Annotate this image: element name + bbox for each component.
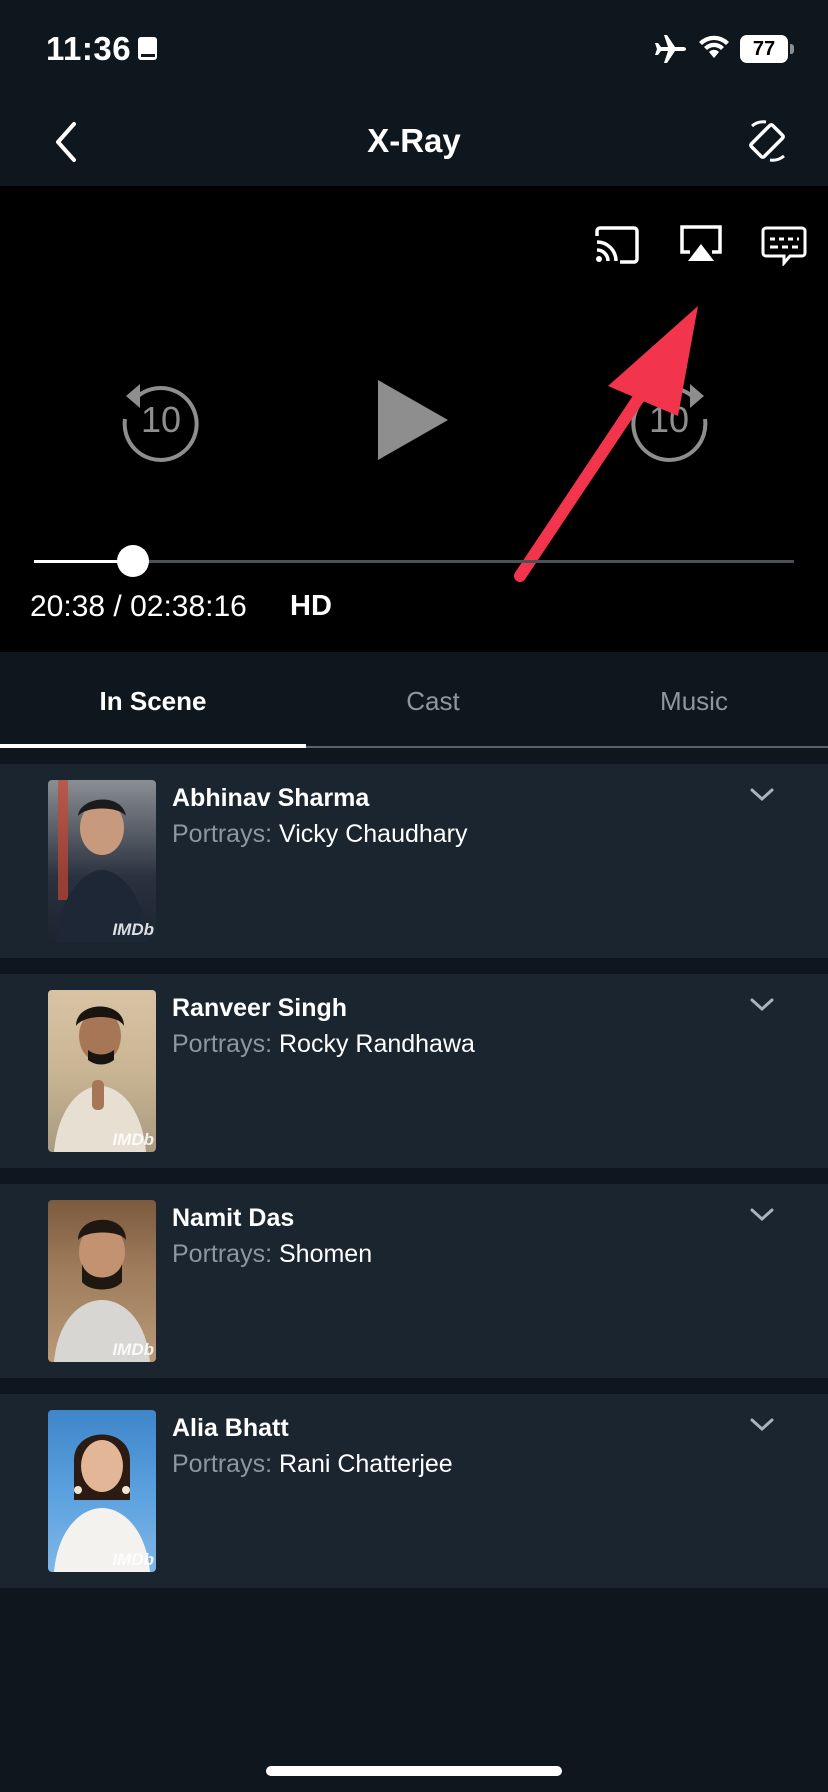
airplay-icon[interactable] xyxy=(678,224,724,266)
video-player[interactable]: 10 10 20:38 / 02:38:16 HD xyxy=(0,186,828,652)
cast-name: Abhinav Sharma xyxy=(172,784,370,812)
battery-icon: 77 xyxy=(740,35,788,63)
role-name: Rocky Randhawa xyxy=(278,1030,475,1058)
time-readout: 20:38 / 02:38:16 xyxy=(30,590,247,623)
imdb-watermark: IMDb xyxy=(112,1550,154,1569)
role-name: Vicky Chaudhary xyxy=(278,820,468,848)
cast-role: Portrays: Rani Chatterjee xyxy=(172,1450,453,1479)
book-icon xyxy=(138,37,157,60)
tab-cast[interactable]: Cast xyxy=(306,686,560,717)
annotation-arrow xyxy=(514,306,698,582)
tab-bar: In Scene Cast Music xyxy=(0,652,828,748)
imdb-watermark: IMDb xyxy=(112,1130,154,1149)
role-name: Shomen xyxy=(278,1240,373,1268)
cast-role: Portrays: Vicky Chaudhary xyxy=(172,820,468,849)
role-name: Rani Chatterjee xyxy=(278,1450,453,1478)
chevron-down-icon[interactable] xyxy=(748,784,776,804)
status-time: 11:36 xyxy=(46,30,132,67)
role-prefix: Portrays: xyxy=(172,820,273,848)
list-item[interactable]: IMDb Namit Das Portrays: Shomen xyxy=(0,1184,828,1378)
quality-badge: HD xyxy=(290,590,332,622)
tab-in-scene[interactable]: In Scene xyxy=(0,686,306,717)
status-bar: 11:36 77 xyxy=(0,0,828,100)
cast-role: Portrays: Rocky Randhawa xyxy=(172,1030,475,1059)
rewind-label: 10 xyxy=(141,399,181,440)
home-indicator[interactable] xyxy=(266,1766,562,1776)
chevron-down-icon[interactable] xyxy=(748,994,776,1014)
progress-bar[interactable] xyxy=(34,545,794,577)
imdb-watermark: IMDb xyxy=(112,1340,154,1359)
list-item[interactable]: IMDb Abhinav Sharma Portrays: Vicky Chau… xyxy=(0,764,828,958)
rewind-10-icon[interactable]: 10 xyxy=(116,374,206,464)
chevron-down-icon[interactable] xyxy=(748,1414,776,1434)
cast-name: Alia Bhatt xyxy=(172,1414,289,1442)
role-prefix: Portrays: xyxy=(172,1450,273,1478)
list-item[interactable]: IMDb Ranveer Singh Portrays: Rocky Randh… xyxy=(0,974,828,1168)
page-title: X-Ray xyxy=(367,122,461,159)
role-prefix: Portrays: xyxy=(172,1030,273,1058)
cast-icon[interactable] xyxy=(594,226,640,264)
list-item[interactable]: IMDb Alia Bhatt Portrays: Rani Chatterje… xyxy=(0,1394,828,1588)
chevron-down-icon[interactable] xyxy=(748,1204,776,1224)
airplane-icon xyxy=(655,35,686,63)
cast-photo: IMDb xyxy=(48,780,156,942)
cast-name: Namit Das xyxy=(172,1204,295,1232)
tab-music[interactable]: Music xyxy=(560,686,828,717)
subtitles-icon[interactable] xyxy=(760,226,808,266)
role-prefix: Portrays: xyxy=(172,1240,273,1268)
header: X-Ray xyxy=(0,100,828,186)
battery-tip xyxy=(790,44,794,54)
active-tab-indicator xyxy=(0,744,306,748)
play-icon[interactable] xyxy=(374,378,450,462)
wifi-icon xyxy=(699,35,729,58)
progress-scrubber[interactable] xyxy=(116,545,149,577)
cast-photo: IMDb xyxy=(48,1410,156,1572)
cast-role: Portrays: Shomen xyxy=(172,1240,372,1269)
rotate-screen-icon[interactable] xyxy=(746,118,790,166)
cast-name: Ranveer Singh xyxy=(172,994,348,1022)
cast-photo: IMDb xyxy=(48,990,156,1152)
imdb-watermark: IMDb xyxy=(112,920,154,939)
cast-photo: IMDb xyxy=(48,1200,156,1362)
